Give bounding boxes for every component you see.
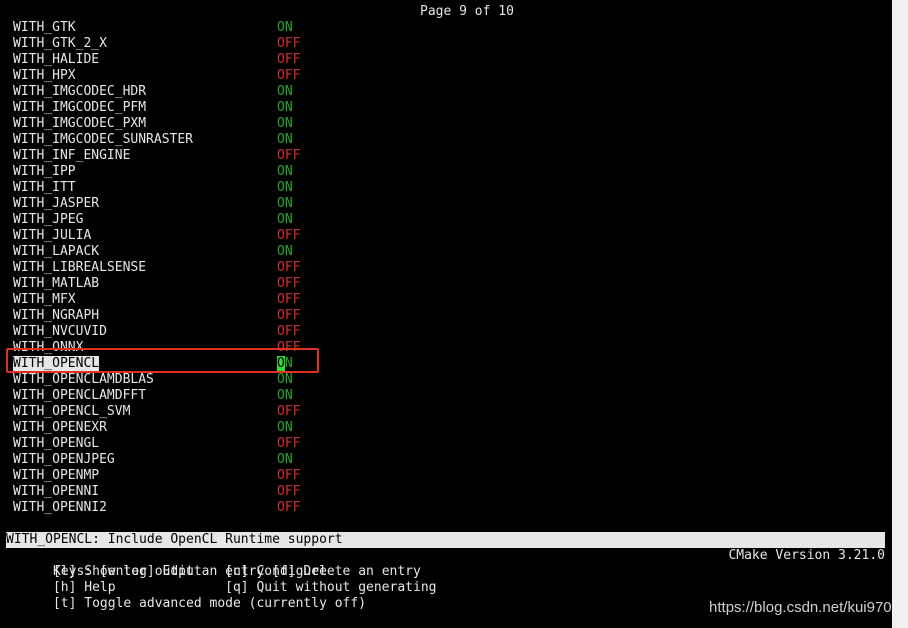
cache-entry-row[interactable]: WITH_GTK ON (0, 20, 892, 36)
cache-entry-value[interactable]: ON (277, 84, 293, 100)
cache-entry-value[interactable]: ON (277, 420, 293, 436)
cache-entry-list: WITH_GTK ON WITH_GTK_2_X OFF WITH_HALIDE OFF W… (0, 20, 892, 516)
cache-entry-value[interactable]: OFF (277, 500, 300, 516)
cache-entry-name: WITH_INF_ENGINE (13, 148, 131, 163)
cache-entry-name: WITH_OPENCLAMDBLAS (13, 372, 154, 387)
cache-entry-name: WITH_OPENNI (13, 484, 100, 499)
keys-line-2: [l] Show log output [c] Configure (6, 564, 327, 579)
cache-entry-row[interactable]: WITH_IMGCODEC_HDR ON (0, 84, 892, 100)
cache-entry-row[interactable]: WITH_OPENJPEG ON (0, 452, 892, 468)
cache-entry-value[interactable]: OFF (277, 292, 300, 308)
cache-entry-row[interactable]: WITH_OPENGL OFF (0, 436, 892, 452)
cache-entry-value[interactable]: ON (277, 164, 293, 180)
cache-entry-row[interactable]: WITH_LIBREALSENSE OFF (0, 260, 892, 276)
cache-entry-value[interactable]: OFF (277, 228, 300, 244)
cache-entry-value[interactable]: OFF (277, 468, 300, 484)
cache-entry-row[interactable]: WITH_MATLAB OFF (0, 276, 892, 292)
cache-entry-row[interactable]: WITH_JULIA OFF (0, 228, 892, 244)
cache-entry-value[interactable]: ON (277, 212, 293, 228)
cache-entry-row[interactable]: WITH_HPX OFF (0, 68, 892, 84)
cache-entry-value[interactable]: ON (277, 244, 293, 260)
cache-entry-row[interactable]: WITH_JPEG ON (0, 212, 892, 228)
cache-entry-name: WITH_OPENNI2 (13, 500, 107, 515)
cache-entry-row[interactable]: WITH_OPENCLAMDFFT ON (0, 388, 892, 404)
cache-entry-value[interactable]: OFF (277, 404, 300, 420)
cache-entry-value[interactable]: OFF (277, 308, 300, 324)
cache-entry-row[interactable]: WITH_ITT ON (0, 180, 892, 196)
cache-entry-value[interactable]: ON (277, 196, 293, 212)
cache-entry-value[interactable]: ON (277, 372, 293, 388)
watermark: https://blog.csdn.net/kui9702 (709, 599, 900, 616)
cache-entry-name: WITH_OPENCLAMDFFT (13, 388, 147, 403)
cache-entry-name: WITH_HALIDE (13, 52, 100, 67)
cache-entry-name: WITH_OPENGL (13, 436, 100, 451)
cache-entry-value[interactable]: OFF (277, 36, 300, 52)
cache-entry-row[interactable]: WITH_NGRAPH OFF (0, 308, 892, 324)
cache-entry-value[interactable]: ON (277, 180, 293, 196)
cache-entry-name: WITH_OPENCL_SVM (13, 404, 131, 419)
cache-entry-value[interactable]: OFF (277, 260, 300, 276)
cache-entry-value[interactable]: OFF (277, 276, 300, 292)
cache-entry-value[interactable]: ON (277, 20, 293, 36)
cache-entry-row[interactable]: WITH_NVCUVID OFF (0, 324, 892, 340)
cache-entry-value[interactable]: OFF (277, 68, 300, 84)
cache-entry-value[interactable]: OFF (277, 52, 300, 68)
cache-entry-value[interactable]: OFF (277, 436, 300, 452)
cache-entry-row[interactable]: WITH_OPENCLAMDBLAS ON (0, 372, 892, 388)
cache-entry-value[interactable]: ON (277, 452, 293, 468)
cache-entry-name: WITH_NGRAPH (13, 308, 100, 323)
cache-entry-name: WITH_OPENJPEG (13, 452, 115, 467)
cache-entry-row[interactable]: WITH_OPENCL_SVM OFF (0, 404, 892, 420)
cache-entry-name: WITH_GTK_2_X (13, 36, 107, 51)
keys-line-3: [h] Help [q] Quit without generating (6, 580, 437, 595)
cache-entry-name: WITH_JPEG (13, 212, 84, 227)
cache-entry-value[interactable]: ON (277, 100, 293, 116)
keys-line-1: Keys: [enter] Edit an entry [d] Delete a… (6, 548, 885, 579)
cache-entry-name: WITH_OPENEXR (13, 420, 107, 435)
ccmake-terminal: Page 9 of 10 WITH_GTK ON WITH_GTK_2_X OFF WI… (0, 0, 892, 628)
cache-entry-row[interactable]: WITH_IMGCODEC_PFM ON (0, 100, 892, 116)
cache-entry-name: WITH_IMGCODEC_PXM (13, 116, 147, 131)
cmake-version: CMake Version 3.21.0 (728, 548, 885, 563)
cache-entry-row[interactable]: WITH_OPENMP OFF (0, 468, 892, 484)
cache-entry-row[interactable]: WITH_OPENEXR ON (0, 420, 892, 436)
cache-entry-value[interactable]: ON (277, 116, 293, 132)
vertical-scrollbar[interactable] (892, 0, 908, 628)
cache-entry-value[interactable]: ON (277, 388, 293, 404)
cache-entry-row[interactable]: WITH_LAPACK ON (0, 244, 892, 260)
cache-entry-name: WITH_JULIA (13, 228, 92, 243)
cache-entry-name: WITH_IMGCODEC_PFM (13, 100, 147, 115)
cache-entry-name: WITH_IPP (13, 164, 76, 179)
cache-entry-name: WITH_JASPER (13, 196, 100, 211)
cache-entry-name: WITH_ITT (13, 180, 76, 195)
cache-entry-name: WITH_NVCUVID (13, 324, 107, 339)
cache-entry-name: WITH_IMGCODEC_HDR (13, 84, 147, 99)
cache-entry-row[interactable]: WITH_INF_ENGINE OFF (0, 148, 892, 164)
page-indicator: Page 9 of 10 (420, 4, 514, 19)
cache-entry-name: WITH_MFX (13, 292, 76, 307)
cache-entry-name: WITH_MATLAB (13, 276, 100, 291)
cache-entry-row[interactable]: WITH_IMGCODEC_SUNRASTER ON (0, 132, 892, 148)
cache-entry-row[interactable]: WITH_OPENNI OFF (0, 484, 892, 500)
cache-entry-value[interactable]: OFF (277, 324, 300, 340)
cache-entry-name: WITH_LAPACK (13, 244, 100, 259)
cache-entry-row[interactable]: WITH_HALIDE OFF (0, 52, 892, 68)
cache-entry-row[interactable]: WITH_GTK_2_X OFF (0, 36, 892, 52)
cache-entry-name: WITH_GTK (13, 20, 76, 35)
cache-entry-name: WITH_OPENMP (13, 468, 100, 483)
cache-entry-row[interactable]: WITH_IPP ON (0, 164, 892, 180)
cache-entry-row[interactable]: WITH_IMGCODEC_PXM ON (0, 116, 892, 132)
entry-description-bar: WITH_OPENCL: Include OpenCL Runtime supp… (6, 532, 885, 548)
cache-entry-name: WITH_LIBREALSENSE (13, 260, 147, 275)
cache-entry-value[interactable]: OFF (277, 484, 300, 500)
cache-entry-name: WITH_IMGCODEC_SUNRASTER (13, 132, 194, 147)
cache-entry-row[interactable]: WITH_JASPER ON (0, 196, 892, 212)
cache-entry-name: WITH_HPX (13, 68, 76, 83)
cache-entry-row[interactable]: WITH_MFX OFF (0, 292, 892, 308)
cache-entry-value[interactable]: ON (277, 132, 293, 148)
cache-entry-row[interactable]: WITH_OPENNI2 OFF (0, 500, 892, 516)
cache-entry-value[interactable]: OFF (277, 148, 300, 164)
annotation-highlight-box (6, 348, 319, 373)
